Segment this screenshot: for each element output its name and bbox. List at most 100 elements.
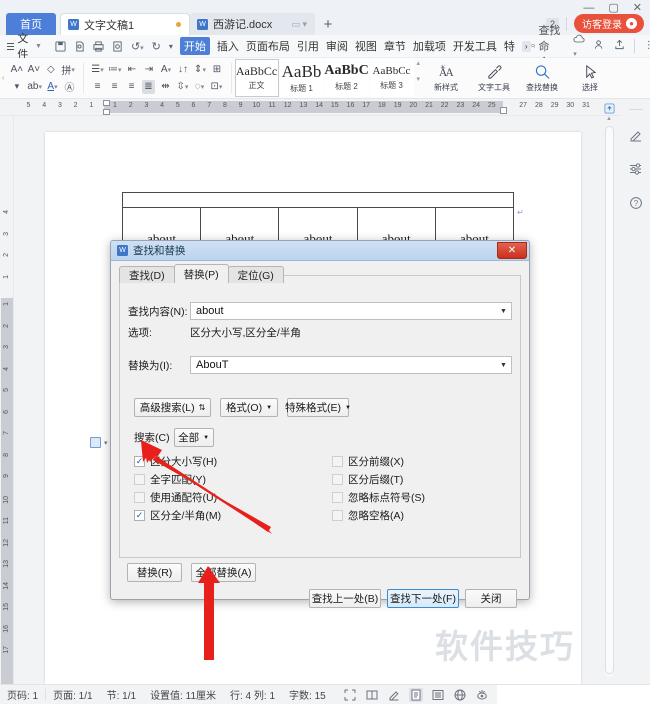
advanced-search-button[interactable]: 高级搜索(L) ⇅ [134, 398, 211, 417]
ribbon-tab-insert[interactable]: 插入 [217, 38, 239, 54]
decrease-indent-icon[interactable]: ⇤ [126, 63, 139, 77]
align-left-icon[interactable]: ≡ [91, 80, 104, 94]
help-icon[interactable]: ? [627, 194, 645, 212]
align-justify-icon[interactable]: ≣ [141, 79, 155, 94]
checkbox-match-case[interactable]: ✓ 区分大小写(H) [134, 454, 217, 469]
bullets-icon[interactable]: ☰ ▾ [91, 63, 104, 77]
ribbon-tab-section[interactable]: 章节 [384, 38, 406, 54]
find-input[interactable]: about ▼ [190, 302, 512, 320]
table-borders-icon[interactable]: ⊡ ▾ [210, 80, 223, 94]
font-color-icon[interactable]: A ▾ [46, 80, 59, 94]
share-user-icon[interactable] [594, 39, 605, 53]
minimize-button[interactable]: — [583, 3, 594, 14]
pen-icon[interactable] [627, 126, 645, 144]
dialog-tab-goto[interactable]: 定位(G) [227, 266, 284, 283]
checkbox-ignore-whitespace[interactable]: 忽略空格(A) [332, 508, 404, 523]
right-indent-marker[interactable] [500, 107, 507, 114]
scroll-up-arrow-icon[interactable]: ▲ [606, 116, 612, 122]
numbering-icon[interactable]: ≔ ▾ [108, 63, 122, 77]
style-item-heading-2[interactable]: AaBbC 标题 2 [324, 59, 369, 97]
status-section[interactable]: 节: 1/1 [100, 687, 143, 702]
new-tab-button[interactable]: + [315, 13, 341, 35]
find-previous-button[interactable]: 查找上一处(B) [309, 589, 381, 608]
ribbon-tab-developer[interactable]: 开发工具 [453, 38, 497, 54]
pinyin-guide-icon[interactable]: 拼 ▾ [61, 63, 75, 77]
two-page-icon[interactable] [365, 688, 379, 702]
checkbox-box[interactable]: ✓ [134, 456, 145, 467]
select-button[interactable]: 选择 [566, 59, 614, 97]
increase-indent-icon[interactable]: ⇥ [143, 63, 156, 77]
maximize-button[interactable]: ▢ [608, 3, 618, 14]
replace-all-button[interactable]: 全部替换(A) [191, 563, 256, 582]
status-setting-value[interactable]: 设置值: 11厘米 [143, 687, 223, 702]
borders-icon[interactable]: ⊞ [211, 63, 224, 77]
clear-format-icon[interactable]: ◇ [44, 63, 57, 77]
format-button[interactable]: 格式(O) ▼ [220, 398, 278, 417]
close-button[interactable]: 关闭 [465, 589, 517, 608]
find-next-button[interactable]: 查找下一处(F) [387, 589, 459, 608]
checkbox-ignore-punctuation[interactable]: 忽略标点符号(S) [332, 490, 425, 505]
style-item-heading-3[interactable]: AaBbCc 标题 3 [369, 59, 414, 97]
checkbox-match-width[interactable]: ✓ 区分全/半角(M) [134, 508, 221, 523]
checkbox-box[interactable]: ✓ [134, 510, 145, 521]
redo-icon[interactable]: ↻ [152, 40, 161, 53]
checkbox-box[interactable] [134, 492, 145, 503]
scrollbar-thumb[interactable] [605, 126, 614, 674]
replace-button[interactable]: 替换(R) [127, 563, 182, 582]
ribbon-tabs-more-button[interactable]: › [521, 40, 531, 52]
char-border-icon[interactable]: Ⓐ [63, 80, 76, 94]
paste-options-button[interactable]: ▾ [90, 437, 108, 448]
chevron-down-icon[interactable]: ▼ [496, 308, 511, 315]
styles-gallery-scroll[interactable]: ▴ ▾ [415, 59, 423, 97]
ribbon-tab-review[interactable]: 审阅 [326, 38, 348, 54]
shrink-font-icon[interactable]: A˅ [27, 63, 41, 77]
paragraph-spacing-icon[interactable]: ⇳ ▾ [176, 80, 189, 94]
dialog-title-bar[interactable]: W 查找和替换 ✕ [111, 241, 529, 261]
print-icon[interactable] [93, 40, 104, 52]
dialog-tab-find[interactable]: 查找(D) [119, 266, 175, 283]
chevron-down-icon[interactable]: ▼ [496, 362, 511, 369]
checkbox-match-prefix[interactable]: 区分前缀(X) [332, 454, 404, 469]
vertical-ruler[interactable]: 4 3 2 1 1 2 3 4 5 6 7 8 9 10 11 12 13 14 15 16 17 [0, 116, 14, 684]
doc-tab-1[interactable]: W 文字文稿1 [60, 13, 190, 35]
status-word-count[interactable]: 字数: 15 [282, 687, 333, 702]
style-item-body[interactable]: AaBbCc 正文 [234, 59, 279, 97]
special-format-button[interactable]: 特殊格式(E) ▼ [285, 398, 351, 417]
doc-tab-2[interactable]: W 西游记.docx ▭ ▾ [190, 13, 315, 35]
checkbox-box[interactable] [332, 474, 343, 485]
checkbox-box[interactable] [134, 474, 145, 485]
ribbon-tab-view[interactable]: 视图 [355, 38, 377, 54]
replace-input[interactable]: AbouT ▼ [190, 356, 512, 374]
search-doc-icon[interactable] [112, 40, 123, 52]
search-scope-select[interactable]: 全部 ▼ [173, 428, 214, 447]
status-row-column[interactable]: 行: 4 列: 1 [223, 687, 282, 702]
dialog-tab-replace[interactable]: 替换(P) [173, 264, 229, 283]
grow-font-icon[interactable]: A˄ [10, 63, 24, 77]
distribute-icon[interactable]: ⇹ [159, 80, 172, 94]
status-page-count[interactable]: 页面: 1/1 [46, 687, 99, 702]
ribbon-tab-page-layout[interactable]: 页面布局 [246, 38, 290, 54]
scroll-to-top-button[interactable] [602, 101, 616, 115]
cloud-icon[interactable]: ▾ [573, 34, 585, 59]
shading-icon[interactable]: ◌ ▾ [193, 80, 206, 94]
style-item-heading-1[interactable]: AaBb 标题 1 [279, 59, 324, 97]
align-right-icon[interactable]: ≡ [125, 80, 138, 94]
more-dots-icon[interactable]: ⋮ [644, 41, 650, 51]
new-style-button[interactable]: A A ✳ 新样式 [422, 59, 470, 97]
dialog-close-button[interactable]: ✕ [497, 242, 527, 259]
text-highlight-icon[interactable]: ▾ [10, 80, 23, 94]
line-spacing-icon[interactable]: ⇕ ▾ [194, 63, 207, 77]
ribbon-tab-special[interactable]: 特 [504, 38, 515, 54]
left-indent-marker[interactable] [103, 109, 110, 115]
touch-mode-icon[interactable]: ▾ [169, 42, 173, 51]
find-replace-button[interactable]: 查找替换 [518, 59, 566, 97]
highlight-pen-icon[interactable] [387, 688, 401, 702]
save-icon[interactable] [55, 40, 66, 52]
checkbox-box[interactable] [332, 492, 343, 503]
eye-protection-icon[interactable] [475, 688, 489, 702]
text-tools-button[interactable]: 文字工具 [470, 59, 518, 97]
web-layout-icon[interactable] [453, 688, 467, 702]
ribbon-tab-references[interactable]: 引用 [297, 38, 319, 54]
fullscreen-icon[interactable] [343, 688, 357, 702]
ribbon-tab-start[interactable]: 开始 [179, 37, 210, 55]
